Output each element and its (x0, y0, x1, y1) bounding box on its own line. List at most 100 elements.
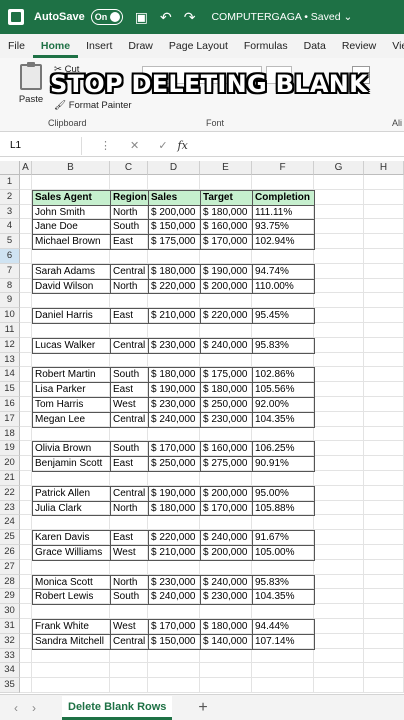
table-cell-target[interactable]: $ 275,000 (200, 456, 253, 472)
table-cell-sales[interactable]: $ 210,000 (148, 308, 201, 324)
table-cell-agent[interactable]: Robert Lewis (32, 589, 111, 606)
table-cell-completion[interactable]: 105.88% (252, 500, 315, 517)
row-header-14[interactable]: 14 (0, 367, 20, 383)
row-header-2[interactable]: 2 (0, 189, 20, 205)
table-cell-sales[interactable]: $ 230,000 (148, 574, 201, 591)
table-cell-completion[interactable]: 105.00% (252, 545, 315, 561)
table-cell-region[interactable]: South (110, 589, 149, 606)
format-painter-button[interactable]: 🖌 Format Painter (54, 100, 132, 111)
table-cell-completion[interactable]: 93.75% (252, 219, 315, 236)
table-cell-region[interactable]: East (110, 308, 149, 324)
header-cell-region[interactable]: Region (110, 189, 149, 206)
table-cell-region[interactable]: West (110, 545, 149, 561)
table-cell-completion[interactable]: 95.45% (252, 308, 315, 324)
table-cell-target[interactable]: $ 170,000 (200, 500, 253, 517)
table-cell-region[interactable]: South (110, 367, 149, 384)
row-header-30[interactable]: 30 (0, 604, 20, 619)
row-header-16[interactable]: 16 (0, 397, 20, 412)
column-header-e[interactable]: E (200, 161, 252, 175)
row-header-12[interactable]: 12 (0, 337, 20, 353)
header-cell-sales[interactable]: Sales (148, 189, 201, 206)
table-cell-agent[interactable]: Frank White (32, 619, 111, 635)
row-header-10[interactable]: 10 (0, 308, 20, 323)
table-cell-target[interactable]: $ 160,000 (200, 441, 253, 458)
table-cell-region[interactable]: North (110, 204, 149, 221)
table-cell-agent[interactable]: Sarah Adams (32, 263, 111, 280)
table-cell-sales[interactable]: $ 200,000 (148, 204, 201, 221)
table-cell-agent[interactable]: Olivia Brown (32, 441, 111, 458)
row-header-1[interactable]: 1 (0, 175, 20, 190)
header-cell-completion[interactable]: Completion (252, 189, 315, 206)
table-cell-agent[interactable]: Monica Scott (32, 574, 111, 591)
table-cell-completion[interactable]: 91.67% (252, 530, 315, 546)
table-cell-completion[interactable]: 95.83% (252, 574, 315, 591)
row-header-34[interactable]: 34 (0, 663, 20, 679)
row-header-3[interactable]: 3 (0, 204, 20, 220)
row-header-9[interactable]: 9 (0, 293, 20, 309)
table-cell-sales[interactable]: $ 190,000 (148, 485, 201, 502)
table-cell-agent[interactable]: Patrick Allen (32, 485, 111, 502)
table-cell-completion[interactable]: 111.11% (252, 204, 315, 221)
table-cell-target[interactable]: $ 160,000 (200, 219, 253, 236)
table-cell-target[interactable]: $ 240,000 (200, 530, 253, 546)
table-cell-sales[interactable]: $ 240,000 (148, 589, 201, 606)
table-cell-region[interactable]: East (110, 382, 149, 398)
table-cell-target[interactable]: $ 180,000 (200, 204, 253, 221)
autosave-toggle[interactable]: On (90, 9, 123, 25)
table-cell-target[interactable]: $ 200,000 (200, 278, 253, 295)
row-header-4[interactable]: 4 (0, 219, 20, 235)
table-cell-agent[interactable]: Tom Harris (32, 397, 111, 413)
table-cell-target[interactable]: $ 180,000 (200, 619, 253, 635)
table-cell-region[interactable]: Central (110, 263, 149, 280)
column-header-a[interactable]: A (20, 161, 32, 175)
table-cell-agent[interactable]: David Wilson (32, 278, 111, 295)
table-cell-sales[interactable]: $ 230,000 (148, 337, 201, 354)
undo-icon[interactable]: ↶ (160, 9, 172, 26)
tab-insert[interactable]: Insert (78, 34, 120, 58)
table-cell-agent[interactable]: Sandra Mitchell (32, 633, 111, 650)
table-cell-agent[interactable]: Lisa Parker (32, 382, 111, 398)
table-cell-sales[interactable]: $ 170,000 (148, 441, 201, 458)
row-header-20[interactable]: 20 (0, 456, 20, 471)
redo-icon[interactable]: ↷ (184, 9, 196, 26)
table-cell-target[interactable]: $ 200,000 (200, 485, 253, 502)
column-header-b[interactable]: B (32, 161, 110, 175)
table-cell-completion[interactable]: 104.35% (252, 589, 315, 606)
table-cell-target[interactable]: $ 175,000 (200, 367, 253, 384)
table-cell-sales[interactable]: $ 170,000 (148, 619, 201, 635)
row-header-13[interactable]: 13 (0, 352, 20, 368)
row-header-23[interactable]: 23 (0, 500, 20, 516)
fx-icon[interactable]: fx (178, 139, 188, 152)
table-cell-region[interactable]: Central (110, 633, 149, 650)
row-header-5[interactable]: 5 (0, 234, 20, 249)
table-cell-region[interactable]: West (110, 397, 149, 413)
table-cell-completion[interactable]: 107.14% (252, 633, 315, 650)
row-header-8[interactable]: 8 (0, 278, 20, 294)
row-header-27[interactable]: 27 (0, 559, 20, 575)
table-cell-sales[interactable]: $ 220,000 (148, 530, 201, 546)
table-cell-sales[interactable]: $ 220,000 (148, 278, 201, 295)
table-cell-region[interactable]: North (110, 574, 149, 591)
table-cell-region[interactable]: South (110, 441, 149, 458)
tab-review[interactable]: Review (334, 34, 384, 58)
row-header-22[interactable]: 22 (0, 485, 20, 501)
row-header-28[interactable]: 28 (0, 574, 20, 590)
row-header-24[interactable]: 24 (0, 515, 20, 531)
row-header-25[interactable]: 25 (0, 530, 20, 545)
table-cell-target[interactable]: $ 190,000 (200, 263, 253, 280)
tab-data[interactable]: Data (296, 34, 334, 58)
table-cell-completion[interactable]: 95.83% (252, 337, 315, 354)
table-cell-agent[interactable]: Megan Lee (32, 411, 111, 428)
tab-draw[interactable]: Draw (120, 34, 161, 58)
table-cell-completion[interactable]: 94.74% (252, 263, 315, 280)
table-cell-target[interactable]: $ 170,000 (200, 234, 253, 250)
table-cell-target[interactable]: $ 250,000 (200, 397, 253, 413)
table-cell-region[interactable]: South (110, 219, 149, 236)
table-cell-completion[interactable]: 94.44% (252, 619, 315, 635)
select-all-corner[interactable] (0, 161, 20, 175)
column-header-g[interactable]: G (314, 161, 364, 175)
table-cell-region[interactable]: Central (110, 485, 149, 502)
tab-page-layout[interactable]: Page Layout (161, 34, 236, 58)
table-cell-sales[interactable]: $ 250,000 (148, 456, 201, 472)
table-cell-region[interactable]: Central (110, 337, 149, 354)
